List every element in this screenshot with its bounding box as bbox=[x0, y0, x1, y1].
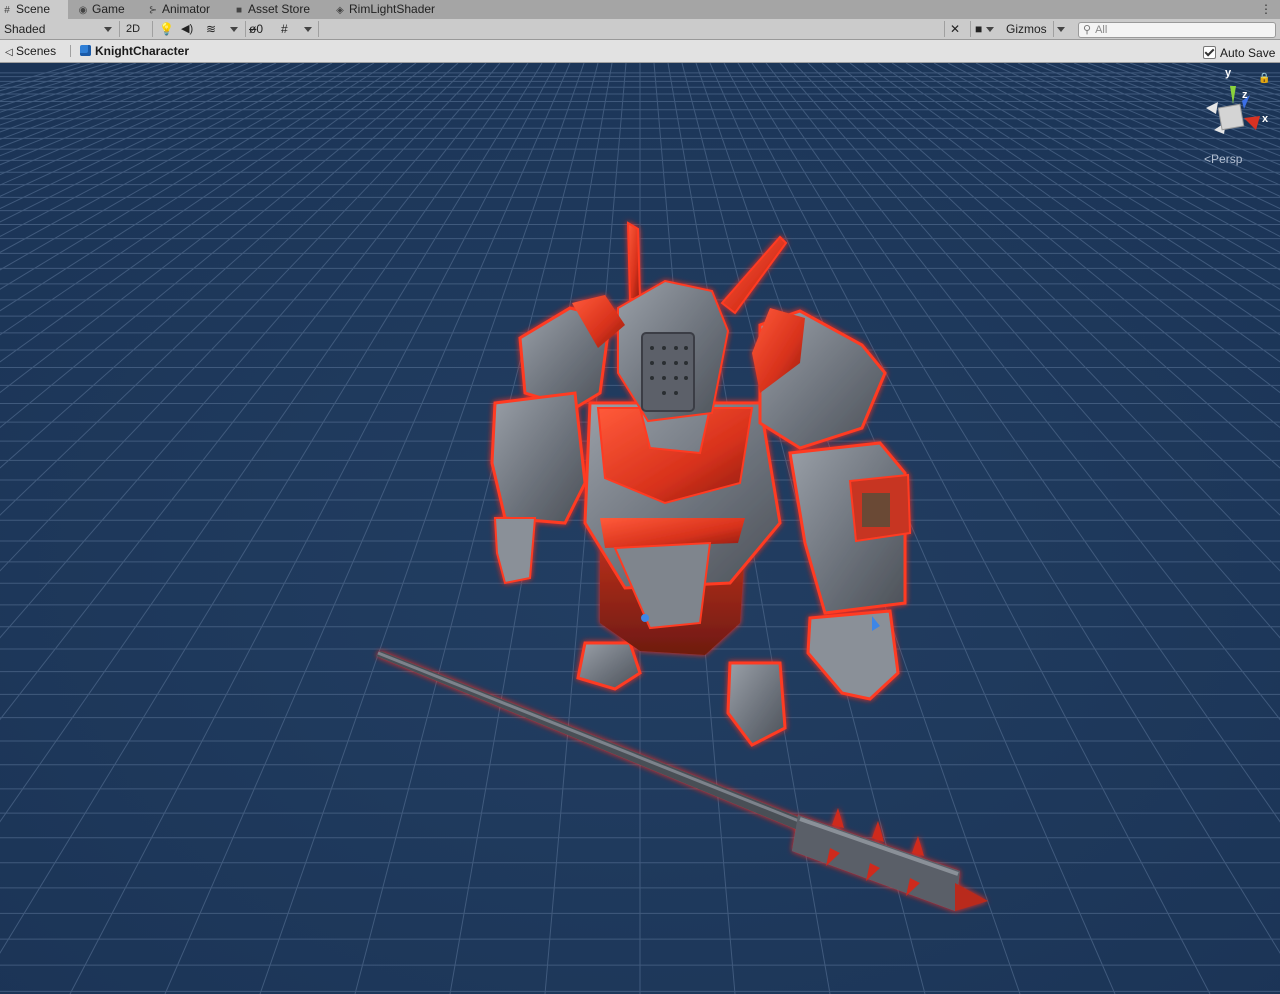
perspective-icon: < bbox=[1204, 152, 1212, 166]
gizmo-y-label: y bbox=[1225, 67, 1232, 79]
tab-scene[interactable]: # Scene bbox=[0, 0, 68, 19]
divider bbox=[245, 21, 246, 37]
search-icon: ⚲ bbox=[1083, 24, 1092, 36]
back-arrow-icon: ◁ bbox=[5, 47, 13, 58]
camera-settings-button[interactable]: ■ bbox=[975, 19, 1001, 39]
chevron-down-icon bbox=[230, 27, 238, 33]
kebab-menu-icon[interactable]: ⋮ bbox=[1260, 0, 1272, 19]
auto-save-label: Auto Save bbox=[1220, 46, 1276, 60]
window-tab-bar: # Scene ◉ Game ⊱ Animator ■ Asset Store ◈ Rim… bbox=[0, 0, 1280, 19]
divider bbox=[944, 21, 945, 37]
projection-toggle[interactable]: <Persp bbox=[1204, 152, 1242, 166]
divider bbox=[119, 21, 120, 37]
gizmos-dropdown[interactable] bbox=[1057, 19, 1069, 39]
scene-viewport[interactable]: y z x 🔒 <Persp bbox=[0, 63, 1280, 994]
y-axis-cone[interactable] bbox=[1230, 86, 1236, 104]
gizmos-button[interactable]: Gizmos bbox=[1006, 19, 1054, 39]
hierarchy-search-input[interactable]: ⚲ All bbox=[1078, 22, 1276, 38]
shader-icon: ◈ bbox=[336, 5, 344, 16]
tab-game-label: Game bbox=[92, 2, 125, 16]
tab-animator[interactable]: ⊱ Animator bbox=[146, 0, 226, 19]
breadcrumb-prefab[interactable]: KnightCharacter bbox=[80, 40, 189, 62]
tab-scene-label: Scene bbox=[16, 2, 51, 16]
chevron-down-icon bbox=[1057, 27, 1065, 33]
prefab-cube-icon bbox=[80, 45, 91, 56]
chevron-down-icon bbox=[304, 27, 312, 33]
tab-rimlightshader-label: RimLightShader bbox=[349, 2, 436, 16]
bag-icon: ■ bbox=[235, 5, 243, 16]
2d-toggle-button[interactable]: 2D bbox=[126, 19, 146, 39]
animator-icon: ⊱ bbox=[148, 5, 158, 16]
tab-rimlightshader[interactable]: ◈ RimLightShader bbox=[333, 0, 445, 19]
breadcrumb-prefab-label: KnightCharacter bbox=[95, 44, 190, 58]
tools-icon[interactable]: ✕ bbox=[950, 19, 966, 39]
tab-asset-store-label: Asset Store bbox=[248, 2, 311, 16]
hidden-count: 0 bbox=[256, 22, 264, 36]
grid-toggle-icon[interactable]: # bbox=[281, 19, 297, 39]
gizmo-center-cube[interactable] bbox=[1217, 103, 1245, 131]
divider bbox=[70, 45, 71, 57]
breadcrumb: ◁ Scenes KnightCharacter Auto Save bbox=[0, 40, 1280, 63]
tab-game[interactable]: ◉ Game bbox=[76, 0, 140, 19]
breadcrumb-scenes[interactable]: ◁ Scenes bbox=[5, 40, 56, 62]
divider bbox=[318, 21, 319, 37]
chevron-down-icon bbox=[985, 27, 994, 33]
divider bbox=[970, 21, 971, 37]
breadcrumb-scenes-label: Scenes bbox=[16, 44, 57, 58]
checkbox-checked-icon bbox=[1203, 46, 1216, 59]
divider bbox=[1053, 21, 1054, 37]
effects-toggle-icon[interactable]: ≋ bbox=[206, 19, 224, 39]
auto-save-toggle[interactable]: Auto Save bbox=[1203, 42, 1275, 64]
draw-mode-dropdown[interactable]: Shaded bbox=[4, 19, 112, 39]
lock-icon[interactable]: 🔒 bbox=[1258, 73, 1270, 84]
effects-dropdown[interactable] bbox=[230, 19, 242, 39]
divider bbox=[152, 21, 153, 37]
neg-x-axis-cone[interactable] bbox=[1206, 102, 1218, 114]
x-axis-cone[interactable] bbox=[1244, 116, 1260, 130]
scene-visibility-toggle[interactable]: ø0 bbox=[249, 19, 275, 39]
camera-icon: ■ bbox=[975, 22, 983, 36]
search-placeholder: All bbox=[1095, 24, 1108, 36]
gizmo-x-label: x bbox=[1262, 113, 1269, 125]
gizmo-z-label: z bbox=[1242, 89, 1248, 101]
chevron-down-icon bbox=[104, 27, 112, 32]
tab-asset-store[interactable]: ■ Asset Store bbox=[232, 0, 324, 19]
projection-label: Persp bbox=[1211, 152, 1243, 166]
lighting-toggle-icon[interactable]: 💡 bbox=[159, 19, 174, 39]
gamepad-icon: ◉ bbox=[78, 5, 88, 16]
grid-icon: # bbox=[4, 5, 10, 16]
draw-mode-label: Shaded bbox=[4, 22, 46, 36]
tab-animator-label: Animator bbox=[162, 2, 211, 16]
grid-dropdown[interactable] bbox=[304, 19, 316, 39]
audio-toggle-icon[interactable]: ◀) bbox=[181, 19, 199, 39]
scene-render bbox=[0, 63, 1280, 994]
